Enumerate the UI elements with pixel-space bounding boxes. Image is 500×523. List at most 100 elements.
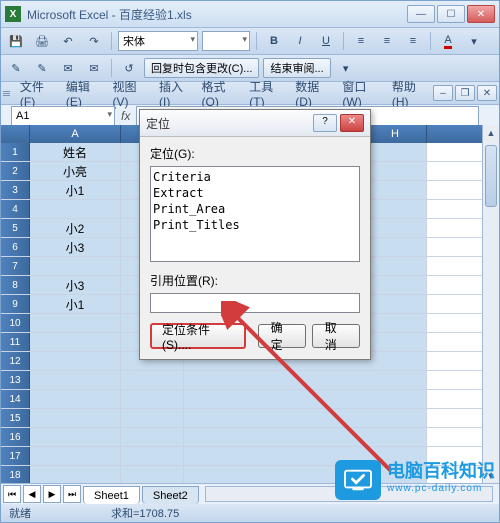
workbook-close-button[interactable]: ✕: [477, 85, 497, 101]
list-item[interactable]: Print_Area: [153, 201, 357, 217]
scroll-thumb[interactable]: [485, 145, 497, 207]
undo-icon[interactable]: ↶: [57, 30, 79, 52]
italic-button[interactable]: I: [289, 30, 311, 52]
list-item[interactable]: Criteria: [153, 169, 357, 185]
cell[interactable]: [364, 162, 427, 180]
cell[interactable]: 小3: [30, 276, 121, 294]
list-item[interactable]: Print_Titles: [153, 217, 357, 233]
row-header[interactable]: 6: [1, 238, 30, 256]
cell[interactable]: 小1: [30, 295, 121, 313]
goto-listbox[interactable]: CriteriaExtractPrint_AreaPrint_Titles: [150, 166, 360, 262]
cell[interactable]: [30, 200, 121, 218]
column-header[interactable]: A: [30, 125, 121, 143]
sheet-tab-sheet1[interactable]: Sheet1: [83, 486, 140, 504]
cell[interactable]: [364, 143, 427, 161]
more-icon[interactable]: ▾: [463, 30, 485, 52]
cell[interactable]: [364, 219, 427, 237]
cell[interactable]: [364, 333, 427, 351]
dialog-help-button[interactable]: ?: [313, 114, 337, 132]
bold-button[interactable]: B: [263, 30, 285, 52]
cell[interactable]: [30, 314, 121, 332]
cell[interactable]: [364, 295, 427, 313]
cell[interactable]: [121, 390, 184, 408]
row-header[interactable]: 15: [1, 409, 30, 427]
reference-input[interactable]: [150, 293, 360, 313]
cell[interactable]: [30, 371, 121, 389]
cell[interactable]: [30, 409, 121, 427]
cell[interactable]: [30, 333, 121, 351]
toolbar-handle-icon[interactable]: [3, 85, 10, 101]
cell[interactable]: [364, 314, 427, 332]
row-header[interactable]: 2: [1, 162, 30, 180]
cell[interactable]: 小亮: [30, 162, 121, 180]
underline-button[interactable]: U: [315, 30, 337, 52]
cell[interactable]: [30, 447, 121, 465]
ok-button[interactable]: 确定: [258, 324, 306, 348]
list-item[interactable]: Extract: [153, 185, 357, 201]
align-left-icon[interactable]: ≡: [350, 30, 372, 52]
font-name-dropdown[interactable]: 宋体: [118, 31, 198, 51]
scroll-up-icon[interactable]: ▲: [483, 125, 499, 141]
cell[interactable]: [121, 428, 184, 446]
row-header[interactable]: 14: [1, 390, 30, 408]
cell[interactable]: [121, 371, 184, 389]
name-box[interactable]: A1: [11, 106, 115, 126]
cell[interactable]: [364, 276, 427, 294]
row-header[interactable]: 13: [1, 371, 30, 389]
special-button[interactable]: 定位条件(S)....: [150, 323, 246, 349]
font-color-icon[interactable]: A: [437, 30, 459, 52]
cell[interactable]: [364, 428, 427, 446]
sheet-nav-next-icon[interactable]: ▶: [43, 485, 61, 503]
cell[interactable]: [30, 428, 121, 446]
sheet-tab-sheet2[interactable]: Sheet2: [142, 486, 199, 504]
dialog-close-button[interactable]: ✕: [340, 114, 364, 132]
dialog-title-bar[interactable]: 定位 ? ✕: [140, 110, 370, 137]
font-size-dropdown[interactable]: [202, 31, 250, 51]
save-icon[interactable]: 💾: [5, 30, 27, 52]
cell[interactable]: 小1: [30, 181, 121, 199]
fx-icon[interactable]: fx: [121, 109, 130, 123]
workbook-restore-button[interactable]: ❐: [455, 85, 475, 101]
cell[interactable]: [30, 390, 121, 408]
row-header[interactable]: 11: [1, 333, 30, 351]
row-header[interactable]: 17: [1, 447, 30, 465]
row-header[interactable]: 4: [1, 200, 30, 218]
row-header[interactable]: 5: [1, 219, 30, 237]
row-header[interactable]: 18: [1, 466, 30, 484]
cell[interactable]: [364, 257, 427, 275]
row-header[interactable]: 9: [1, 295, 30, 313]
align-center-icon[interactable]: ≡: [376, 30, 398, 52]
cell[interactable]: [121, 466, 184, 484]
cell[interactable]: [364, 409, 427, 427]
print-icon[interactable]: 🖨: [31, 30, 53, 52]
row-header[interactable]: 7: [1, 257, 30, 275]
workbook-minimize-button[interactable]: –: [433, 85, 453, 101]
cell[interactable]: [121, 409, 184, 427]
row-header[interactable]: 10: [1, 314, 30, 332]
row-header[interactable]: 3: [1, 181, 30, 199]
maximize-button[interactable]: ☐: [437, 5, 465, 23]
sheet-nav-last-icon[interactable]: ⏭: [63, 485, 81, 503]
cell[interactable]: [364, 352, 427, 370]
select-all-corner[interactable]: [1, 125, 30, 143]
minimize-button[interactable]: —: [407, 5, 435, 23]
cell[interactable]: [364, 371, 427, 389]
close-button[interactable]: ✕: [467, 5, 495, 23]
cell[interactable]: [364, 390, 427, 408]
cell[interactable]: 小2: [30, 219, 121, 237]
sheet-nav-prev-icon[interactable]: ◀: [23, 485, 41, 503]
cell[interactable]: 姓名: [30, 143, 121, 161]
cell[interactable]: [364, 181, 427, 199]
row-header[interactable]: 16: [1, 428, 30, 446]
redo-icon[interactable]: ↷: [83, 30, 105, 52]
align-right-icon[interactable]: ≡: [402, 30, 424, 52]
cell[interactable]: [364, 200, 427, 218]
row-header[interactable]: 1: [1, 143, 30, 161]
cell[interactable]: [364, 238, 427, 256]
cell[interactable]: 小3: [30, 238, 121, 256]
cancel-button[interactable]: 取消: [312, 324, 360, 348]
cell[interactable]: [121, 447, 184, 465]
sheet-nav-first-icon[interactable]: ⏮: [3, 485, 21, 503]
row-header[interactable]: 8: [1, 276, 30, 294]
cell[interactable]: [30, 257, 121, 275]
